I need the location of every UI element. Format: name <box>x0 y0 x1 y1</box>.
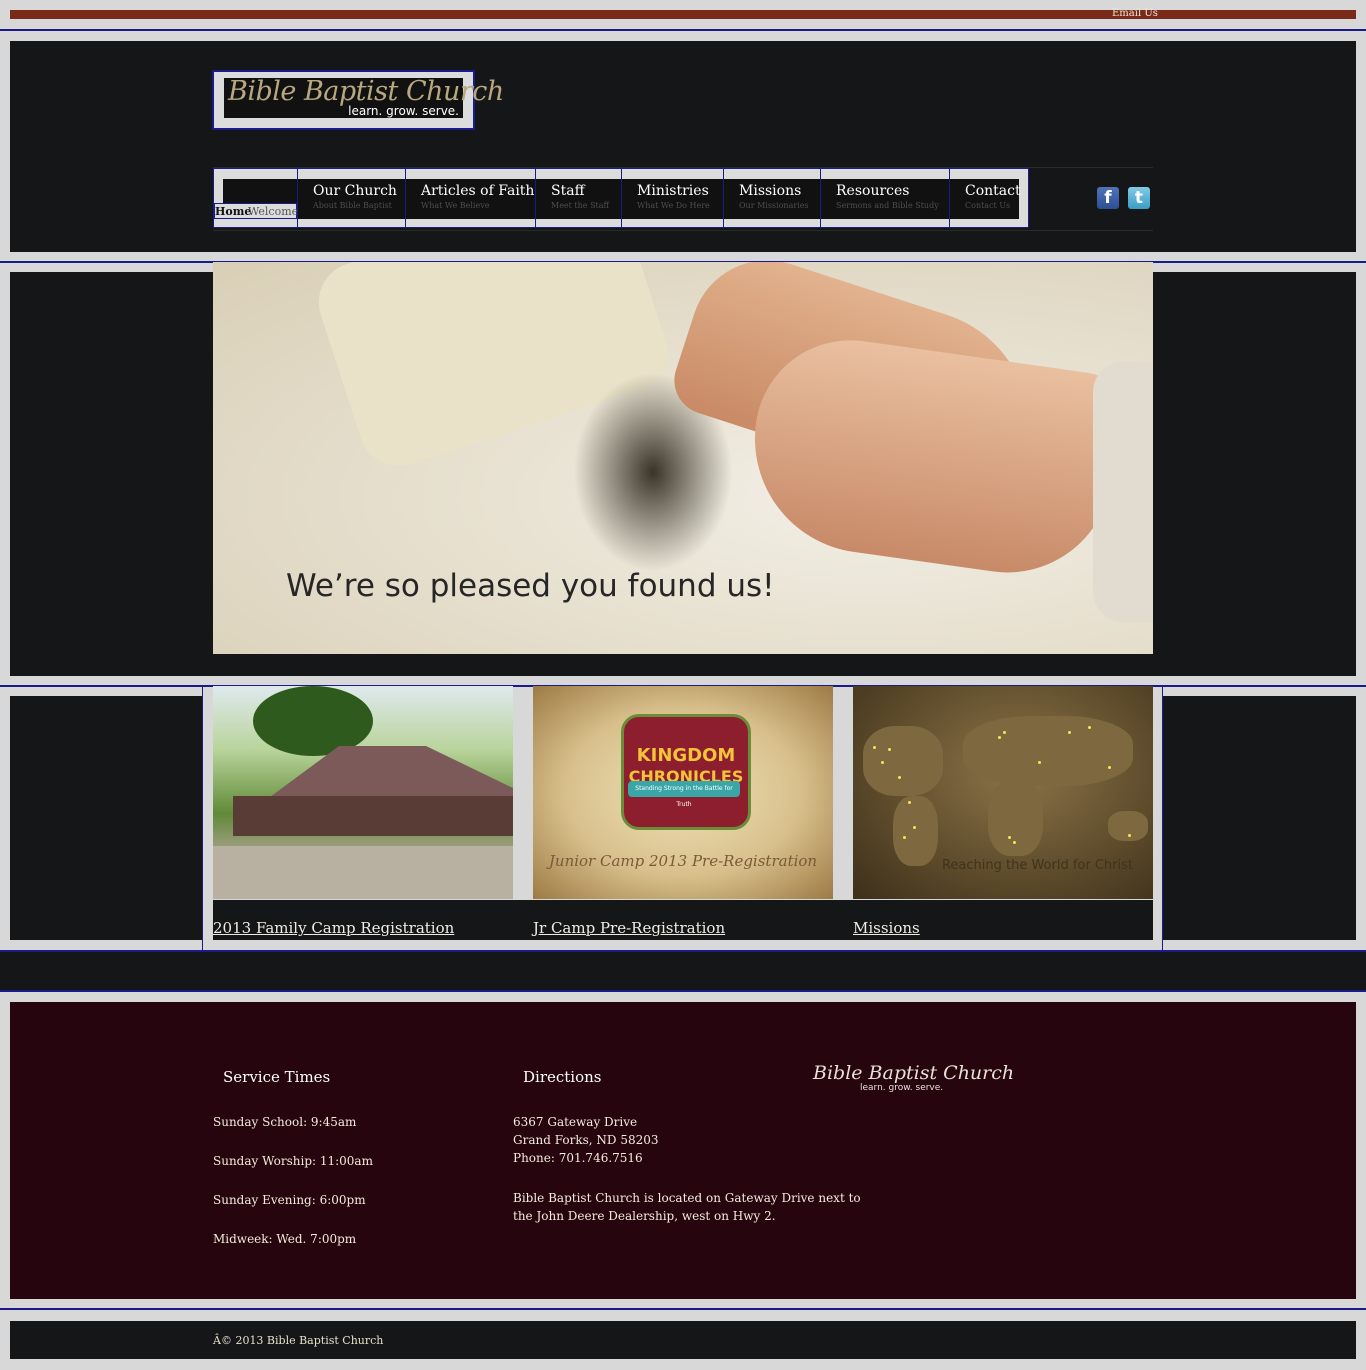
nav-item-sublabel: Our Missionaries <box>739 201 809 210</box>
nav-item-label: Missions <box>739 183 802 199</box>
footer-logo-tagline: learn. grow. serve. <box>860 1083 944 1093</box>
nav-item-background <box>223 179 297 203</box>
directions-note: Bible Baptist Church is located on Gatew… <box>513 1191 861 1205</box>
address-line: Grand Forks, ND 58203 <box>513 1133 659 1147</box>
continent-shape <box>893 796 938 866</box>
image-caption: Reaching the World for Christ <box>941 858 1133 873</box>
image-subtitle: Junior Camp 2013 Pre-Registration <box>548 852 818 870</box>
nav-item-sublabel: Meet the Staff <box>551 201 610 210</box>
hero-banner: We’re so pleased you found us! <box>213 262 1153 654</box>
twitter-glyph: t <box>1134 188 1144 208</box>
facebook-glyph: f <box>1104 188 1112 208</box>
spacer-band <box>0 952 1366 990</box>
email-us-link[interactable]: Email Us <box>1112 8 1158 19</box>
service-time-item: Sunday Evening: 6:00pm <box>213 1193 366 1207</box>
nav-item-resources[interactable]: Resources Sermons and Bible Study <box>820 168 950 228</box>
service-time-item: Sunday Worship: 11:00am <box>213 1154 373 1168</box>
family-camp-link[interactable]: 2013 Family Camp Registration <box>213 919 454 937</box>
mission-dot <box>1128 834 1131 837</box>
nav-item-staff[interactable]: Staff Meet the Staff <box>535 168 622 228</box>
mission-dot <box>903 836 906 839</box>
divider <box>0 1308 1366 1310</box>
nav-item-our-church[interactable]: Our Church About Bible Baptist <box>297 168 406 228</box>
footer-logo-script: Bible Baptist Church <box>813 1062 1015 1084</box>
tree-shape <box>253 686 373 756</box>
nav-item-label: Contact <box>965 183 1021 199</box>
mission-dot <box>888 748 891 751</box>
copyright-bar <box>10 1321 1356 1359</box>
nav-item-missions[interactable]: Missions Our Missionaries <box>723 168 821 228</box>
nav-item-articles-of-faith[interactable]: Articles of Faith What We Believe <box>405 168 536 228</box>
mission-dot <box>1038 761 1041 764</box>
continent-shape <box>863 726 943 796</box>
mission-dot <box>898 776 901 779</box>
nav-item-label: Resources <box>836 183 910 199</box>
service-time-item: Sunday School: 9:45am <box>213 1115 357 1129</box>
nav-item-sublabel: About Bible Baptist <box>313 201 392 210</box>
mission-dot <box>913 826 916 829</box>
nav-divider <box>213 230 1153 231</box>
nav-item-home[interactable]: Home Welcome <box>213 168 298 228</box>
nav-item-label: Home <box>215 205 252 218</box>
mission-dot <box>1108 766 1111 769</box>
nav-item-label: Ministries <box>637 183 709 199</box>
nav-item-sublabel: Contact Us <box>965 201 1011 210</box>
logo-plate: Bible Baptist Church learn. grow. serve. <box>224 76 504 118</box>
continent-shape <box>988 781 1043 856</box>
nav-item-sublabel: What We Believe <box>421 201 490 210</box>
directions-note: the John Deere Dealership, west on Hwy 2… <box>513 1209 776 1223</box>
copyright-text: Â© 2013 Bible Baptist Church <box>213 1334 384 1347</box>
mission-dot <box>998 736 1001 739</box>
features-side-panel <box>1163 696 1356 940</box>
mission-dot <box>1068 731 1071 734</box>
ground-shape <box>213 846 513 899</box>
service-times-heading: Service Times <box>223 1068 331 1086</box>
logo-script: Bible Baptist Church <box>228 76 504 107</box>
divider <box>0 29 1366 31</box>
nav-item-sublabel: What We Do Here <box>637 201 710 210</box>
mission-dot <box>873 746 876 749</box>
badge-ribbon: Standing Strong in the Battle for Truth <box>628 781 740 808</box>
phone-line: Phone: 701.746.7516 <box>513 1151 643 1165</box>
features-side-panel <box>10 696 203 940</box>
footer-logo: Bible Baptist Church learn. grow. serve. <box>813 1062 1015 1093</box>
mission-dot <box>1013 841 1016 844</box>
nav-item-label: Articles of Faith <box>421 183 535 199</box>
twitter-icon[interactable]: t <box>1128 187 1150 209</box>
family-camp-image[interactable] <box>213 686 513 899</box>
continent-shape <box>963 716 1133 786</box>
logo-tagline: learn. grow. serve. <box>348 104 459 118</box>
mission-dot <box>881 761 884 764</box>
missions-image[interactable]: Reaching the World for Christ <box>853 686 1153 899</box>
site-footer <box>10 1002 1356 1299</box>
sleeve-shape <box>1093 362 1153 622</box>
site-logo[interactable]: Bible Baptist Church learn. grow. serve. <box>212 70 504 130</box>
building-wall-shape <box>233 796 513 836</box>
service-time-item: Midweek: Wed. 7:00pm <box>213 1232 357 1246</box>
hand-shape <box>740 327 1126 587</box>
divider <box>0 990 1366 992</box>
nav-item-contact[interactable]: Contact Contact Us <box>949 168 1029 228</box>
jr-camp-link[interactable]: Jr Camp Pre-Registration <box>533 919 725 937</box>
missions-link[interactable]: Missions <box>853 919 920 937</box>
address-line: 6367 Gateway Drive <box>513 1115 638 1129</box>
nav-item-ministries[interactable]: Ministries What We Do Here <box>621 168 724 228</box>
mission-dot <box>1088 726 1091 729</box>
mission-dot <box>1003 731 1006 734</box>
mission-dot <box>908 801 911 804</box>
mission-dot <box>1008 836 1011 839</box>
badge-title: KINGDOM <box>636 745 736 766</box>
directions-heading: Directions <box>523 1068 602 1086</box>
nav-item-sublabel: Welcome <box>248 205 299 218</box>
hero-heading: We’re so pleased you found us! <box>286 568 775 604</box>
jr-camp-image[interactable]: KINGDOM CHRONICLES Standing Strong in th… <box>533 686 833 899</box>
nav-item-sublabel: Sermons and Bible Study <box>836 201 939 210</box>
nav-item-label: Staff <box>551 183 585 199</box>
nav-item-label: Our Church <box>313 183 397 199</box>
facebook-icon[interactable]: f <box>1097 187 1119 209</box>
